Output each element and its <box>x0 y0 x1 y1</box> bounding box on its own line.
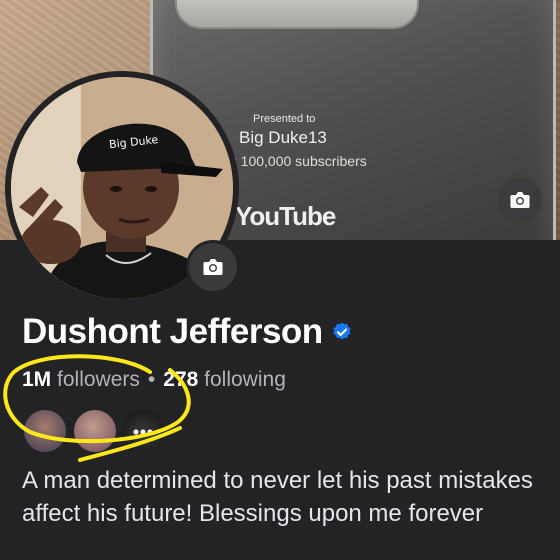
following-link[interactable]: 278 following <box>163 368 286 391</box>
edit-cover-camera-button[interactable] <box>498 178 542 222</box>
profile-bio: A man determined to never let his past m… <box>22 467 533 527</box>
more-dots-icon <box>133 429 153 435</box>
following-count: 278 <box>163 368 199 391</box>
follower-avatar[interactable] <box>72 408 118 454</box>
profile-name: Dushont Jefferson <box>22 312 323 351</box>
play-button-plaque-icon <box>175 0 419 29</box>
following-label: following <box>204 368 286 391</box>
stats-separator: • <box>147 368 156 391</box>
edit-avatar-camera-button[interactable] <box>186 240 240 294</box>
follower-avatar[interactable] <box>22 408 68 454</box>
followers-link[interactable]: 1M followers <box>22 368 140 391</box>
followers-count: 1M <box>22 368 52 391</box>
follower-avatar[interactable] <box>120 408 166 454</box>
camera-icon <box>203 259 223 275</box>
plaque-presented-text: Presented to <box>253 113 316 125</box>
follow-stats: 1M followers • 278 following <box>22 368 286 392</box>
plaque-subscribers-text: g 100,000 subscribers <box>229 153 367 169</box>
plaque-name-text: Big Duke13 <box>239 128 327 147</box>
profile-page: Presented to Big Duke13 g 100,000 subscr… <box>0 0 560 560</box>
plaque-youtube-logo: YouTube <box>235 201 336 232</box>
youtube-logo-text: YouTube <box>235 201 336 231</box>
camera-icon <box>510 192 530 208</box>
profile-name-row: Dushont Jefferson <box>22 312 353 352</box>
verified-badge-icon[interactable] <box>331 321 353 343</box>
followers-label: followers <box>57 368 140 391</box>
